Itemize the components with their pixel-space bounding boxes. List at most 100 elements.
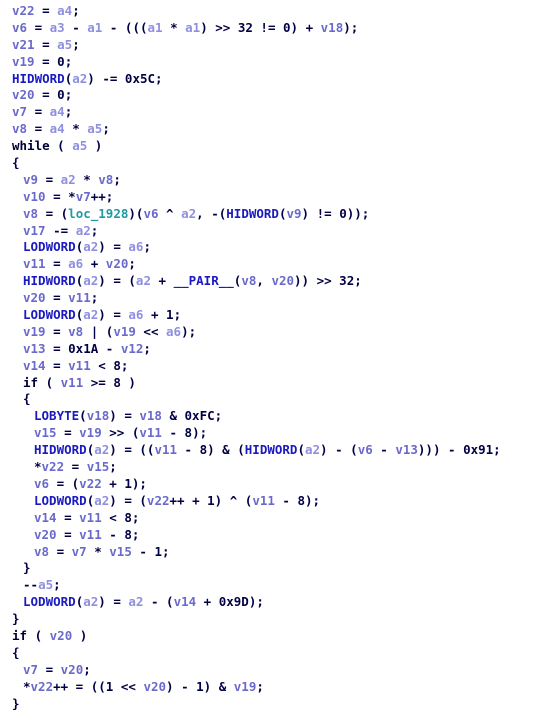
- token-macro: HIDWORD: [34, 442, 87, 458]
- code-line[interactable]: }: [0, 696, 543, 712]
- code-line[interactable]: v8 = a4 * a5;: [0, 121, 543, 138]
- code-line[interactable]: HIDWORD(a2) = ((v11 - 8) & (HIDWORD(a2) …: [0, 442, 543, 459]
- token-op: =: [49, 543, 72, 559]
- code-line[interactable]: v20 = v11;: [0, 290, 543, 307]
- token-lvar: v15: [109, 543, 132, 559]
- token-lvar: v22: [12, 3, 35, 18]
- token-op: *: [23, 678, 31, 694]
- code-line[interactable]: v19 = 0;: [0, 54, 543, 71]
- code-line[interactable]: LODWORD(a2) = a6 + 1;: [0, 307, 543, 324]
- token-num: 0: [283, 19, 291, 35]
- token-num: 0x1A: [68, 340, 99, 356]
- code-line[interactable]: v13 = 0x1A - v12;: [0, 341, 543, 358]
- code-line[interactable]: v19 = v8 | (v19 << a6);: [0, 324, 543, 341]
- token-num: 8: [184, 425, 193, 441]
- token-op: =: [34, 87, 58, 103]
- token-lvar: v10: [23, 188, 46, 204]
- token-op: -: [177, 442, 200, 458]
- token-brace: {: [12, 155, 20, 171]
- code-line[interactable]: v6 = a3 - a1 - (((a1 * a1) >> 32 != 0) +…: [0, 20, 543, 37]
- code-line[interactable]: --a5;: [0, 577, 543, 594]
- code-line[interactable]: LOBYTE(v18) = v18 & 0xFC;: [0, 408, 543, 425]
- code-line[interactable]: v7 = v20;: [0, 662, 543, 679]
- code-line[interactable]: }: [0, 560, 543, 577]
- code-line[interactable]: v20 = 0;: [0, 87, 543, 104]
- token-op: -: [64, 19, 88, 35]
- token-num: 0: [339, 205, 347, 221]
- token-punct: );: [181, 323, 197, 339]
- code-line[interactable]: v9 = a2 * v8;: [0, 172, 543, 189]
- token-arg: a2: [304, 442, 321, 458]
- code-line[interactable]: LODWORD(a2) = (v22++ + 1) ^ (v11 - 8);: [0, 493, 543, 510]
- token-op: <: [101, 509, 125, 525]
- token-op: ) =: [98, 594, 129, 610]
- token-punct: )) >>: [294, 273, 340, 289]
- code-line[interactable]: {: [0, 155, 543, 172]
- token-lvar: v18: [139, 408, 162, 424]
- code-line[interactable]: v17 -= a2;: [0, 223, 543, 240]
- token-fn[interactable]: loc_1928: [68, 206, 128, 221]
- code-line[interactable]: HIDWORD(a2) -= 0x5C;: [0, 71, 543, 88]
- token-brace: }: [12, 695, 20, 711]
- code-line[interactable]: *v22 = v15;: [0, 459, 543, 476]
- code-line[interactable]: v14 = v11 < 8;: [0, 510, 543, 527]
- code-line[interactable]: HIDWORD(a2) = (a2 + __PAIR__(v8, v20)) >…: [0, 273, 543, 290]
- code-line[interactable]: v22 = a4;: [0, 3, 543, 20]
- code-line[interactable]: LODWORD(a2) = a2 - (v14 + 0x9D);: [0, 594, 543, 611]
- token-punct: ) - (: [320, 442, 358, 458]
- token-arg: a6: [128, 239, 144, 255]
- token-op: -: [372, 442, 396, 458]
- token-punct: ++;: [90, 188, 114, 204]
- code-line[interactable]: v7 = a4;: [0, 104, 543, 121]
- token-op: ) =: [98, 239, 129, 255]
- code-line[interactable]: v21 = a5;: [0, 37, 543, 54]
- code-line[interactable]: }: [0, 611, 543, 628]
- token-punct: >> (: [101, 425, 140, 441]
- token-punct: ): [87, 138, 103, 154]
- code-line[interactable]: v8 = v7 * v15 - 1;: [0, 544, 543, 561]
- code-line[interactable]: *v22++ = ((1 << v20) - 1) & v19;: [0, 679, 543, 696]
- token-num: 0: [57, 87, 65, 103]
- token-arg: a2: [83, 273, 99, 289]
- code-line[interactable]: while ( a5 ): [0, 138, 543, 155]
- code-line[interactable]: if ( v20 ): [0, 628, 543, 645]
- token-arg: a1: [147, 19, 163, 35]
- code-line[interactable]: v15 = v19 >> (v11 - 8);: [0, 425, 543, 442]
- token-macro: HIDWORD: [226, 205, 279, 221]
- token-lvar: v8: [23, 205, 39, 221]
- token-arg: a3: [49, 19, 65, 35]
- token-punct: | (: [83, 323, 114, 339]
- token-punct: ;: [64, 87, 73, 103]
- token-num: 8: [113, 374, 121, 390]
- token-op: =: [56, 425, 80, 441]
- token-punct: ;: [131, 509, 140, 525]
- code-line[interactable]: v8 = (loc_1928)(v6 ^ a2, -(HIDWORD(v9) !…: [0, 206, 543, 223]
- token-punct: );: [248, 594, 264, 610]
- token-punct: ;: [493, 442, 501, 458]
- token-lvar: v8: [241, 273, 257, 289]
- code-line[interactable]: v10 = *v7++;: [0, 189, 543, 206]
- code-line[interactable]: v11 = a6 + v20;: [0, 256, 543, 273]
- token-op: =: [38, 661, 61, 677]
- token-punct: ;: [72, 3, 80, 18]
- code-line[interactable]: if ( v11 >= 8 ): [0, 375, 543, 392]
- code-line[interactable]: v14 = v11 < 8;: [0, 358, 543, 375]
- token-op: =: [56, 509, 80, 525]
- token-op: =: [45, 323, 69, 339]
- code-line[interactable]: {: [0, 645, 543, 662]
- token-lvar: v19: [79, 425, 102, 441]
- token-punct: ;: [53, 577, 61, 593]
- token-num: 8: [124, 526, 132, 542]
- pseudocode-code-view[interactable]: v22 = a4; v6 = a3 - a1 - (((a1 * a1) >> 3…: [0, 0, 543, 711]
- token-punct: ;: [161, 543, 170, 559]
- code-line[interactable]: LODWORD(a2) = a6;: [0, 239, 543, 256]
- token-punct: ) = (: [109, 492, 147, 508]
- code-line[interactable]: v6 = (v22 + 1);: [0, 476, 543, 493]
- token-lvar: v19: [23, 323, 46, 339]
- token-lvar: v19: [12, 53, 35, 69]
- code-line[interactable]: {: [0, 391, 543, 408]
- token-punct: - (: [143, 594, 174, 610]
- token-lvar: v20: [34, 526, 57, 542]
- token-op: ++ +: [169, 492, 208, 508]
- code-line[interactable]: v20 = v11 - 8;: [0, 527, 543, 544]
